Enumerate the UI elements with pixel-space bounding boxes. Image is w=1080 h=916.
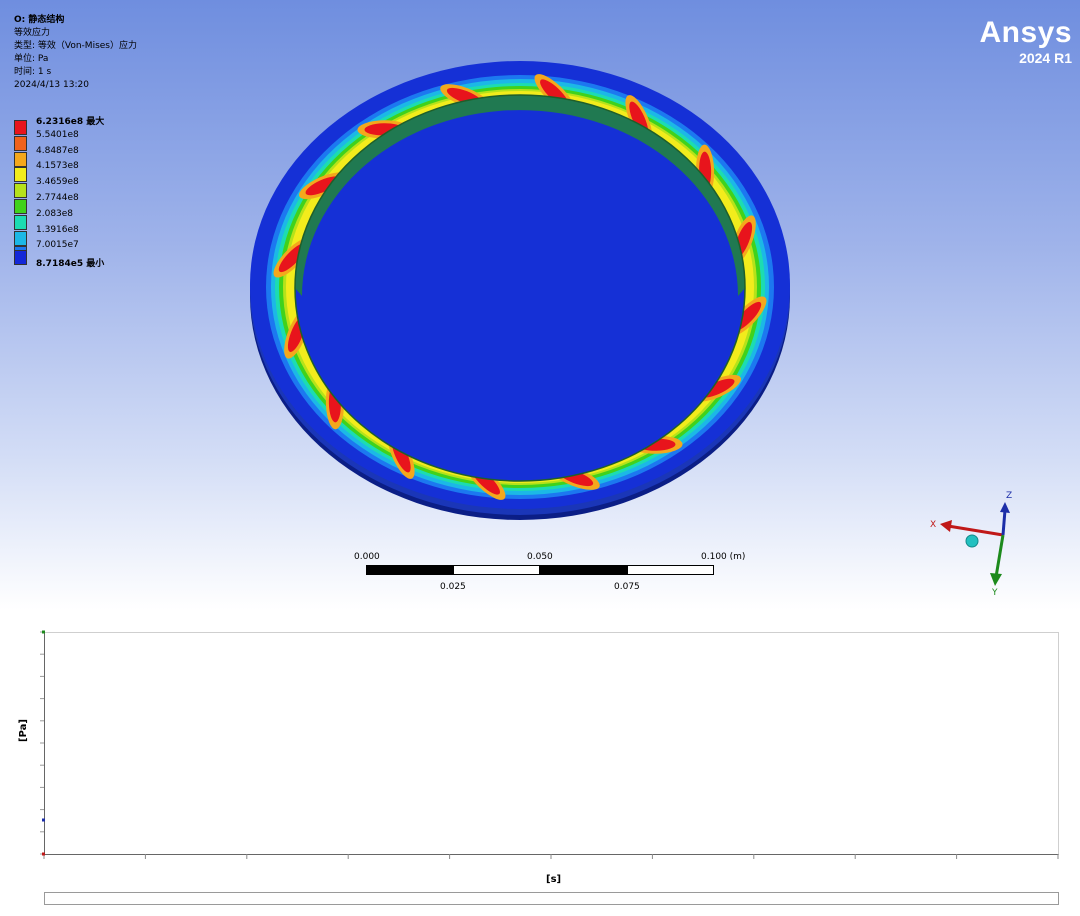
legend-label: 7.0015e7 [36, 240, 79, 251]
scale-segment-3 [540, 565, 627, 575]
result-chart-panel[interactable]: [Pa] [s] [0, 612, 1080, 916]
legend-swatch [14, 198, 27, 214]
scale-label-100: 0.100 (m) [701, 552, 746, 562]
ansys-logo: Ansys 2024 R1 [979, 16, 1072, 66]
y-axis-arrow-icon [990, 573, 1002, 586]
result-time: 时间: 1 s [14, 67, 52, 77]
scale-label-075: 0.075 [614, 582, 640, 592]
result-type: 类型: 等效（Von-Mises）应力 [14, 41, 137, 51]
graphics-viewport[interactable]: O: 静态结构 等效应力 类型: 等效（Von-Mises）应力 单位: Pa … [0, 0, 1080, 610]
scale-label-025: 0.025 [440, 582, 466, 592]
z-axis-label: Z [1006, 491, 1012, 501]
chart-ticks [40, 630, 1059, 859]
legend-swatch [14, 135, 27, 151]
scale-label-050: 0.050 [527, 552, 553, 562]
x-axis-label: X [930, 520, 936, 530]
result-unit: 单位: Pa [14, 54, 49, 64]
legend-label: 1.3916e8 [36, 224, 79, 235]
x-axis-arrow-icon [940, 520, 952, 532]
legend-label: 4.8487e8 [36, 145, 79, 156]
brand-version: 2024 R1 [1019, 50, 1072, 66]
legend-swatch [14, 183, 27, 199]
scale-segment-1 [366, 565, 453, 575]
chart-x-label: [s] [546, 874, 562, 885]
legend-swatch [14, 120, 27, 135]
scale-segment-4 [627, 565, 714, 575]
result-name: 等效应力 [14, 28, 51, 38]
y-axis-label: Y [991, 588, 998, 598]
legend-swatch [14, 214, 27, 230]
scale-segment-2 [453, 565, 540, 575]
legend-swatch [14, 230, 27, 246]
axis-triad[interactable]: X Y Z [920, 485, 1030, 600]
legend-label: 8.7184e5 最小 [36, 259, 105, 270]
legend-label: 2.7744e8 [36, 192, 79, 203]
scale-bar: 0.000 0.050 0.100 (m) 0.025 0.075 [340, 550, 760, 600]
scale-label-0: 0.000 [354, 552, 380, 562]
legend-label: 3.4659e8 [36, 177, 79, 188]
chart-plot-area[interactable] [40, 630, 1059, 859]
legend-swatch [14, 167, 27, 183]
iso-view-ball-icon [965, 534, 979, 548]
result-date: 2024/4/13 13:20 [14, 80, 89, 90]
legend-swatch [14, 250, 27, 266]
legend-label: 5.5401e8 [36, 129, 79, 140]
legend-swatch [14, 151, 27, 167]
chart-y-label: [Pa] [18, 719, 29, 742]
analysis-title: O: 静态结构 [14, 15, 65, 25]
legend-label: 6.2316e8 最大 [36, 117, 105, 127]
brand-name: Ansys [979, 16, 1072, 49]
legend-label: 4.1573e8 [36, 161, 79, 172]
timeline-scrollbar[interactable] [44, 892, 1059, 905]
z-axis-arrow-icon [1000, 502, 1010, 513]
legend-label: 2.083e8 [36, 208, 74, 219]
stress-contour-ring[interactable] [230, 40, 810, 540]
result-info: O: 静态结构 等效应力 类型: 等效（Von-Mises）应力 单位: Pa … [14, 14, 137, 92]
